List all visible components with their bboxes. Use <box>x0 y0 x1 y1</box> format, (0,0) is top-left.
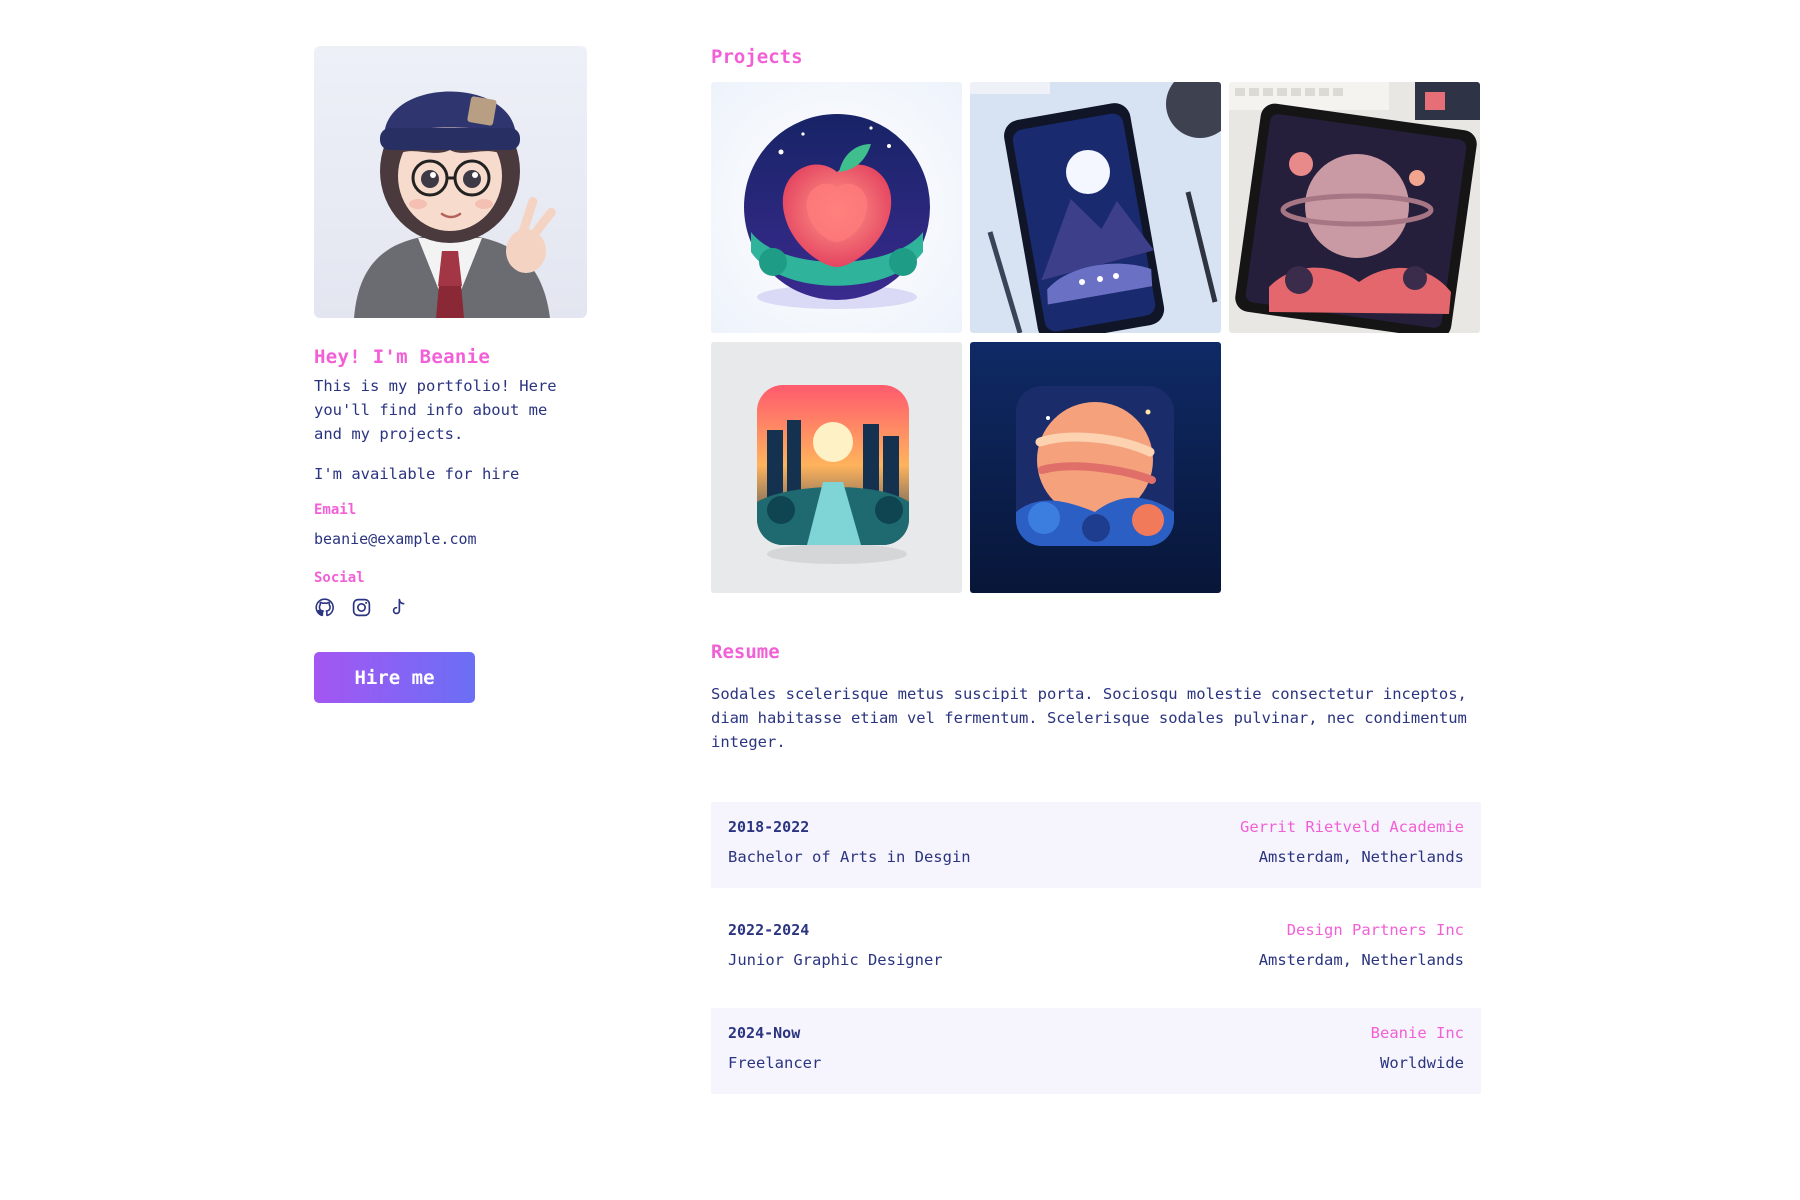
resume-entry: 2018-2022 Bachelor of Arts in Desgin Ger… <box>711 802 1481 888</box>
social-links <box>314 596 614 618</box>
phone-mountain-artwork <box>970 82 1221 333</box>
instagram-icon[interactable] <box>351 597 372 618</box>
entry-organization: Gerrit Rietveld Academie <box>1240 818 1464 836</box>
project-tile-apple[interactable] <box>711 82 962 333</box>
entry-role: Junior Graphic Designer <box>728 951 943 969</box>
resume-timeline: 2018-2022 Bachelor of Arts in Desgin Ger… <box>711 802 1481 1094</box>
main-content: Projects Resume Sodales scelerisque metu… <box>711 44 1481 1094</box>
resume-summary: Sodales scelerisque metus suscipit porta… <box>711 685 1467 751</box>
entry-organization: Beanie Inc <box>1370 1024 1464 1042</box>
entry-role: Bachelor of Arts in Desgin <box>728 848 971 866</box>
resume-entry: 2024-Now Freelancer Beanie Inc Worldwide <box>711 1008 1481 1094</box>
entry-location: Amsterdam, Netherlands <box>1258 951 1464 969</box>
email-link[interactable]: beanie@example.com <box>314 528 614 550</box>
tablet-planet-artwork <box>1229 82 1480 333</box>
project-tile-planet[interactable] <box>970 342 1221 593</box>
project-tile-sunset[interactable] <box>711 342 962 593</box>
resume-heading: Resume <box>711 641 780 663</box>
avatar-illustration <box>314 46 587 318</box>
resume-entry: 2022-2024 Junior Graphic Designer Design… <box>711 905 1481 991</box>
github-icon[interactable] <box>314 597 335 618</box>
entry-role: Freelancer <box>728 1054 822 1072</box>
planet-app-icon <box>970 342 1221 593</box>
entry-location: Amsterdam, Netherlands <box>1258 848 1464 866</box>
avatar <box>314 46 587 318</box>
sunset-city-app-icon <box>711 342 962 593</box>
entry-years: 2024-Now <box>728 1024 801 1042</box>
intro-text: This is my portfolio! Here you'll find i… <box>314 377 557 443</box>
projects-heading: Projects <box>711 46 803 68</box>
availability-text: I'm available for hire <box>314 465 520 483</box>
tiktok-icon[interactable] <box>388 597 409 618</box>
projects-grid <box>711 82 1481 593</box>
entry-years: 2022-2024 <box>728 921 810 939</box>
entry-location: Worldwide <box>1380 1054 1464 1072</box>
email-label: Email <box>314 502 357 518</box>
entry-years: 2018-2022 <box>728 818 810 836</box>
project-tile-tablet[interactable] <box>1229 82 1480 333</box>
apple-artwork <box>711 82 962 333</box>
social-label: Social <box>314 570 365 586</box>
profile-sidebar: Hey! I'm Beanie This is my portfolio! He… <box>314 46 614 703</box>
entry-organization: Design Partners Inc <box>1286 921 1464 939</box>
portfolio-page: Hey! I'm Beanie This is my portfolio! He… <box>0 0 1800 1200</box>
greeting-heading: Hey! I'm Beanie <box>314 346 491 368</box>
project-tile-phone[interactable] <box>970 82 1221 333</box>
hire-me-button[interactable]: Hire me <box>314 652 475 703</box>
